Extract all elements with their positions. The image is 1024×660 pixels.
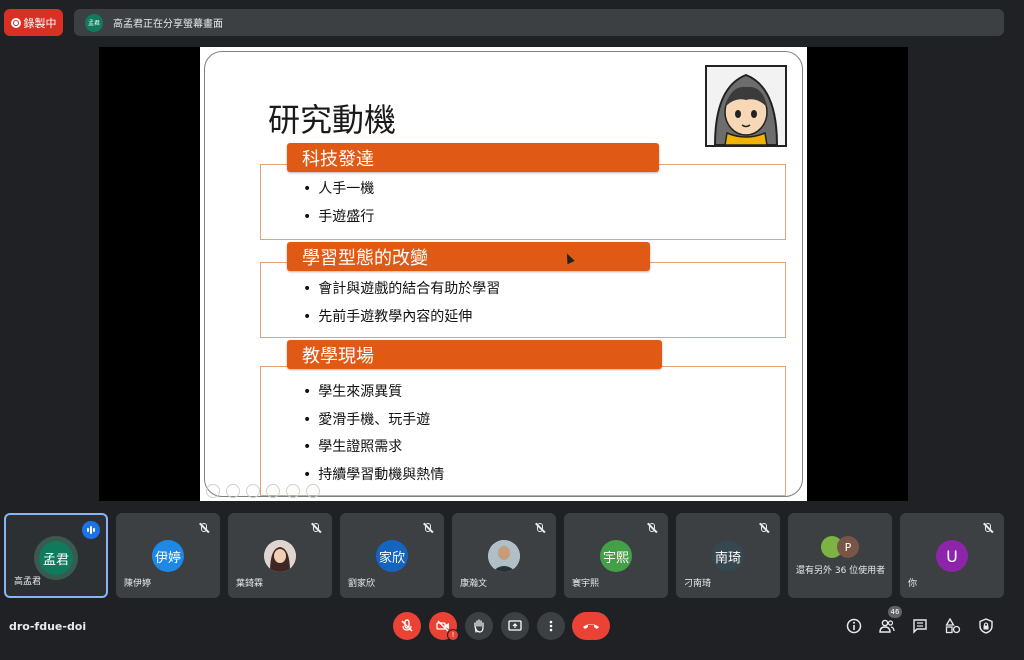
presenter-cartoon-image (705, 65, 787, 147)
section-header-3: 教學現場 (287, 340, 662, 369)
bullet-item: 先前手遊教學內容的延伸 (303, 306, 472, 326)
slides-grid-icon[interactable] (266, 484, 280, 498)
bullet-item: 手遊盛行 (303, 206, 374, 226)
participant-name: 陳伊婷 (124, 579, 152, 589)
leave-call-button[interactable] (572, 612, 610, 640)
info-icon (846, 618, 862, 634)
bullet-item: 人手一機 (303, 178, 374, 198)
sharing-text: 高孟君正在分享螢幕畫面 (113, 19, 223, 30)
participant-count-badge: 46 (888, 606, 902, 618)
participant-tile[interactable]: 伊婷 陳伊婷 (116, 513, 220, 598)
section-header-2: 學習型態的改變 (287, 242, 650, 271)
prev-slide-icon[interactable] (206, 484, 220, 498)
avatar: 孟君 (39, 541, 73, 575)
screen-share-banner: 孟君 高孟君正在分享螢幕畫面 (74, 9, 1004, 36)
raise-hand-button[interactable] (465, 612, 493, 640)
camera-toggle-button[interactable]: ! (429, 612, 459, 641)
more-participants-tile[interactable]: P 還有另外 36 位使用者 (788, 513, 892, 598)
presenter-avatar: 孟君 (85, 13, 103, 32)
shared-screen: 研究動機 人手一機 手遊盛行 科技發達 會計與遊戲的結合有助於學習 先前手遊教學… (99, 47, 908, 501)
mic-off-icon (196, 519, 212, 535)
slideshow-controls (206, 484, 320, 498)
bullet-item: 愛滑手機、玩手遊 (303, 409, 430, 429)
activities-icon (945, 618, 961, 634)
hang-up-icon (583, 624, 599, 629)
record-icon (10, 17, 21, 28)
section-box-3: 學生來源異質 愛滑手機、玩手遊 學生證照需求 持續學習動機與熱情 (260, 366, 786, 496)
avatar-photo (264, 540, 296, 572)
more-options-icon[interactable] (306, 484, 320, 498)
mic-off-icon (308, 519, 324, 535)
bullet-item: 會計與遊戲的結合有助於學習 (303, 278, 500, 298)
present-screen-button[interactable] (501, 612, 529, 640)
participant-name: 還有另外 36 位使用者 (796, 566, 886, 576)
present-screen-icon (508, 620, 522, 631)
host-controls-button[interactable] (977, 617, 995, 635)
slide-title: 研究動機 (268, 101, 397, 139)
mic-off-icon (644, 519, 660, 535)
pen-icon[interactable] (246, 484, 260, 498)
mic-off-icon (420, 519, 436, 535)
participant-tile[interactable]: U 你 (900, 513, 1004, 598)
avatar: 伊婷 (152, 540, 184, 572)
participant-name: 你 (908, 579, 918, 589)
activities-button[interactable] (944, 617, 962, 635)
participant-name: 康瀚文 (460, 579, 488, 589)
more-options-button[interactable] (537, 612, 565, 640)
participant-tile[interactable]: 康瀚文 (452, 513, 556, 598)
people-button[interactable] (878, 617, 896, 635)
chat-button[interactable] (911, 617, 929, 635)
participant-name: 刁南琦 (684, 579, 712, 589)
participant-tile[interactable]: 南琦 刁南琦 (676, 513, 780, 598)
mic-off-icon (532, 519, 548, 535)
participant-tile[interactable]: 葉錡霖 (228, 513, 332, 598)
avatar: 宇熙 (600, 540, 632, 572)
avatar-photo (488, 540, 520, 572)
section-box-2: 會計與遊戲的結合有助於學習 先前手遊教學內容的延伸 (260, 262, 786, 338)
bullet-item: 持續學習動機與熱情 (303, 464, 444, 484)
participant-name: 高孟君 (14, 577, 42, 587)
meeting-code: dro-fdue-doi (9, 620, 87, 633)
section-box-1: 人手一機 手遊盛行 (260, 164, 786, 240)
speaking-indicator-icon (82, 521, 100, 539)
zoom-icon[interactable] (286, 484, 300, 498)
group-avatars: P (821, 536, 861, 558)
next-slide-icon[interactable] (226, 484, 240, 498)
mic-off-icon (756, 519, 772, 535)
bullet-item: 學生證照需求 (303, 436, 402, 456)
participant-name: 葉錡霖 (236, 579, 264, 589)
participant-name: 劉家欣 (348, 579, 376, 589)
hand-icon (474, 619, 484, 633)
section-header-1: 科技發達 (287, 143, 659, 172)
bullet-item: 學生來源異質 (303, 381, 402, 401)
avatar: 南琦 (712, 540, 744, 572)
avatar: P (837, 536, 859, 558)
meeting-info-button[interactable] (845, 617, 863, 635)
chat-icon (913, 619, 927, 634)
shield-lock-icon (979, 618, 993, 634)
recording-label: 錄製中 (23, 16, 57, 30)
avatar: 家欣 (376, 540, 408, 572)
people-icon (879, 619, 895, 633)
mic-off-icon (980, 519, 996, 535)
participant-tile[interactable]: 宇熙 寰宇熙 (564, 513, 668, 598)
participant-tile[interactable]: 孟君 高孟君 (4, 513, 108, 598)
avatar: U (936, 540, 968, 572)
mic-toggle-button[interactable] (393, 612, 421, 640)
presentation-slide: 研究動機 人手一機 手遊盛行 科技發達 會計與遊戲的結合有助於學習 先前手遊教學… (200, 47, 807, 501)
participant-tile[interactable]: 家欣 劉家欣 (340, 513, 444, 598)
mic-off-icon (401, 619, 413, 632)
more-vert-icon (549, 620, 553, 632)
alert-badge-icon: ! (447, 629, 459, 641)
recording-indicator[interactable]: 錄製中 (4, 9, 63, 36)
participant-name: 寰宇熙 (572, 579, 600, 589)
